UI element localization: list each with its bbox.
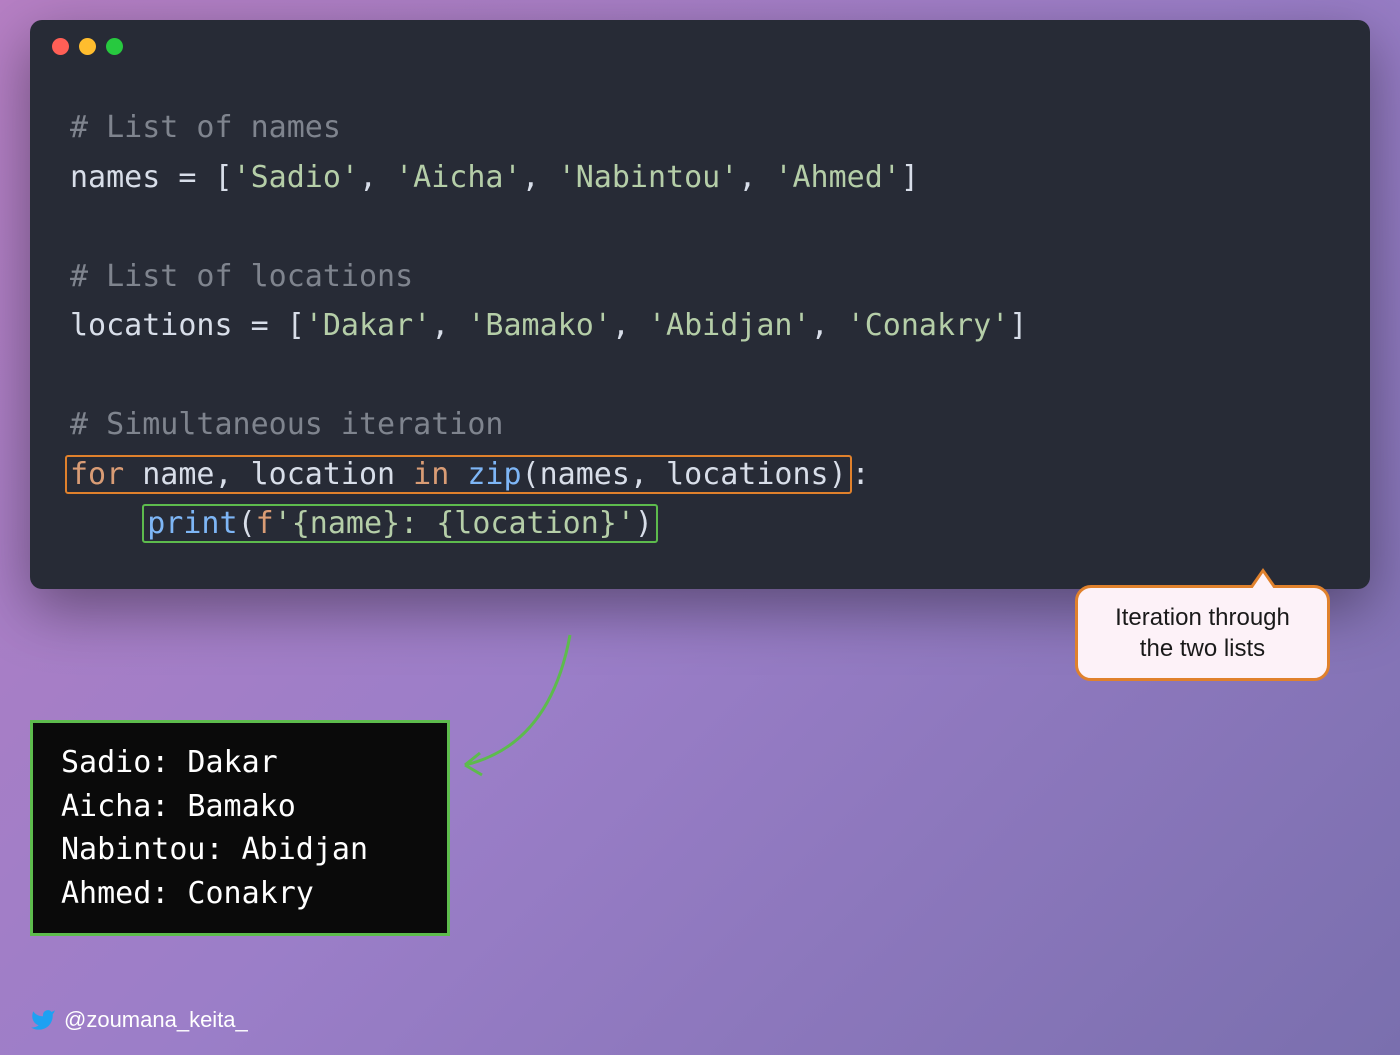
- attribution: @zoumana_keita_: [30, 1007, 248, 1033]
- output-line: Nabintou: Abidjan: [61, 828, 419, 872]
- print-line: print(f'{name}: {location}'): [70, 499, 1330, 549]
- code-window: # List of names names = ['Sadio', 'Aicha…: [30, 20, 1370, 589]
- callout-text: Iteration through the two lists: [1115, 604, 1290, 662]
- code-body: # List of names names = ['Sadio', 'Aicha…: [30, 73, 1370, 559]
- output-line: Ahmed: Conakry: [61, 872, 419, 916]
- highlight-print: print(f'{name}: {location}'): [142, 504, 658, 543]
- highlight-for-loop: for name, location in zip(names, locatio…: [65, 455, 852, 494]
- for-loop-line: for name, location in zip(names, locatio…: [70, 450, 1330, 500]
- code-comment: # List of locations: [70, 259, 413, 294]
- code-comment: # Simultaneous iteration: [70, 407, 503, 442]
- code-comment: # List of names: [70, 110, 341, 145]
- code-line: names = ['Sadio', 'Aicha', 'Nabintou', '…: [70, 153, 1330, 203]
- twitter-icon: [30, 1007, 56, 1033]
- maximize-icon[interactable]: [106, 38, 123, 55]
- code-line: locations = ['Dakar', 'Bamako', 'Abidjan…: [70, 301, 1330, 351]
- arrow-icon: [450, 625, 590, 785]
- minimize-icon[interactable]: [79, 38, 96, 55]
- output-line: Aicha: Bamako: [61, 785, 419, 829]
- twitter-handle: @zoumana_keita_: [64, 1007, 248, 1033]
- output-box: Sadio: Dakar Aicha: Bamako Nabintou: Abi…: [30, 720, 450, 936]
- close-icon[interactable]: [52, 38, 69, 55]
- window-titlebar: [30, 20, 1370, 73]
- output-line: Sadio: Dakar: [61, 741, 419, 785]
- callout-bubble: Iteration through the two lists: [1075, 585, 1330, 681]
